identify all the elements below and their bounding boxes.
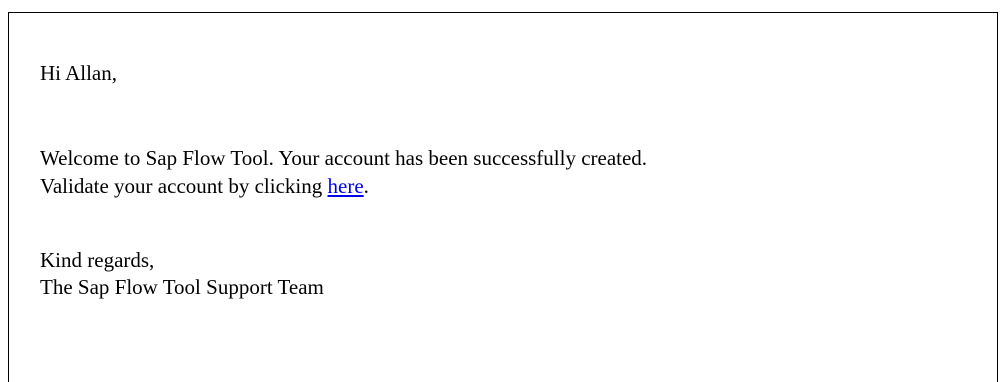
- welcome-text: Welcome to Sap Flow Tool. Your account h…: [40, 146, 648, 170]
- validate-prefix-text: Validate your account by clicking: [40, 174, 328, 198]
- validate-line: Validate your account by clicking here.: [40, 173, 369, 199]
- validate-suffix-text: .: [363, 174, 369, 198]
- greeting-text: Hi Allan,: [40, 61, 117, 85]
- validate-link[interactable]: here: [328, 174, 364, 198]
- closing-text: Kind regards,: [40, 248, 155, 272]
- signature-text: The Sap Flow Tool Support Team: [40, 275, 324, 299]
- email-frame: Hi Allan, Welcome to Sap Flow Tool. Your…: [8, 12, 998, 382]
